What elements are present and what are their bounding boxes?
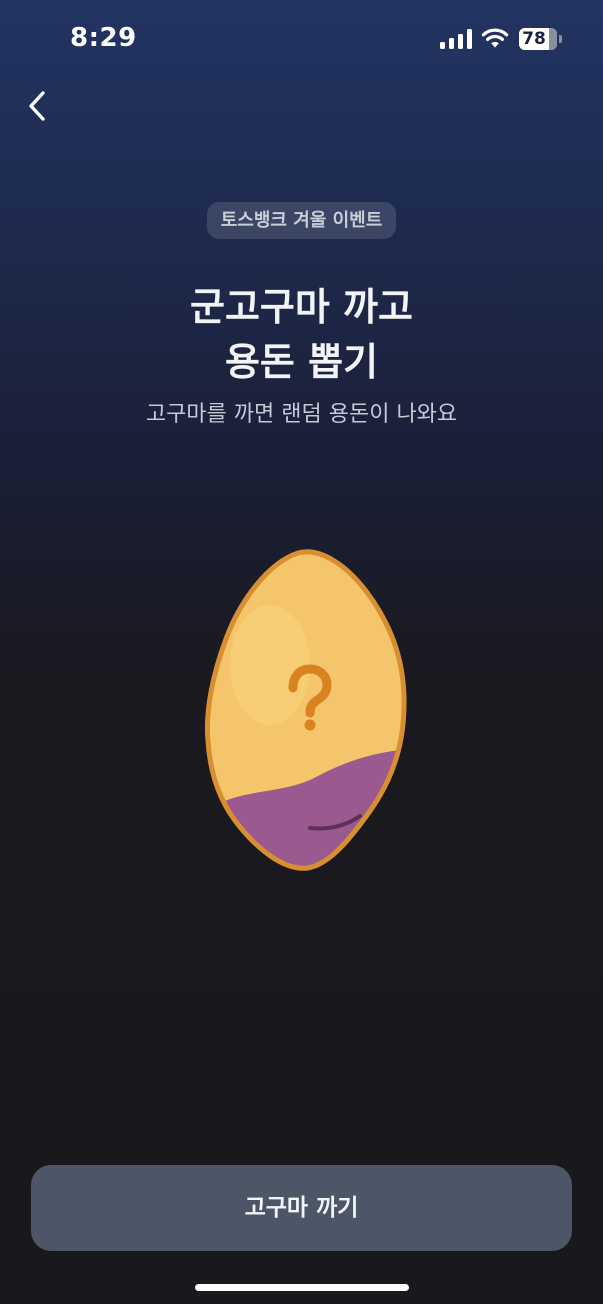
event-badge: 토스뱅크 겨울 이벤트 bbox=[207, 202, 396, 239]
page-title: 군고구마 까고 용돈 뽑기 bbox=[0, 280, 603, 390]
home-indicator bbox=[195, 1284, 409, 1291]
sweet-potato-question-icon bbox=[204, 549, 407, 871]
battery-indicator: 78 bbox=[519, 28, 563, 52]
page-subtitle: 고구마를 까면 랜덤 용돈이 나와요 bbox=[145, 402, 458, 427]
battery-icon: 78 bbox=[519, 28, 557, 50]
event-screen: 8:29 78 토스뱅크 겨울 이벤트 군고구마 까고 용돈 뽑기 고구마를 까… bbox=[0, 0, 603, 1304]
status-bar: 8:29 78 bbox=[0, 0, 603, 80]
back-button[interactable] bbox=[18, 84, 58, 128]
chevron-left-icon bbox=[29, 91, 45, 121]
title-line-2: 용돈 뽑기 bbox=[224, 340, 379, 384]
peel-potato-button[interactable]: 고구마 까기 bbox=[31, 1165, 572, 1251]
battery-empty bbox=[549, 28, 557, 50]
status-time: 8:29 bbox=[70, 23, 137, 53]
title-line-1: 군고구마 까고 bbox=[190, 285, 413, 329]
wifi-icon bbox=[481, 28, 509, 48]
battery-cap bbox=[559, 35, 562, 43]
battery-percent: 78 bbox=[522, 29, 546, 49]
cellular-signal-icon bbox=[440, 29, 472, 49]
